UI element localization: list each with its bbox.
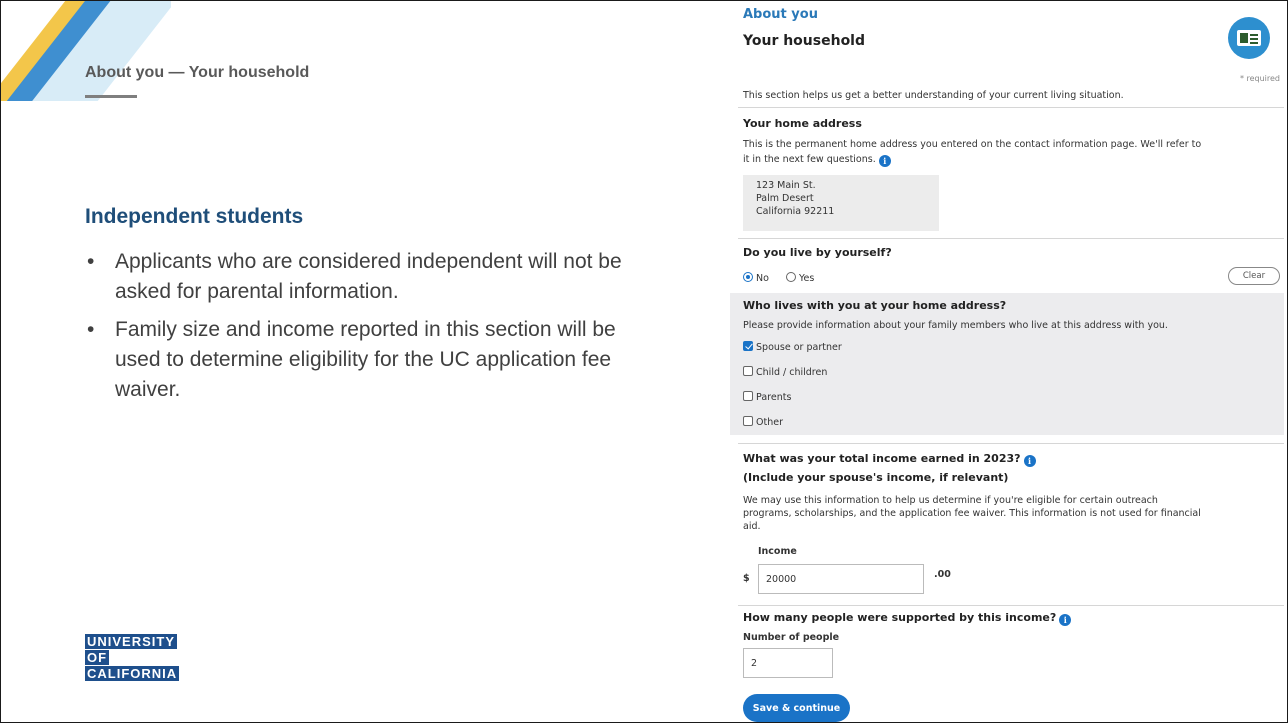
bullet-list: • Applicants who are considered independe… — [85, 247, 645, 413]
bullet-item: • Applicants who are considered independe… — [87, 250, 622, 303]
form-section-label: About you — [743, 7, 818, 22]
currency-symbol: $ — [743, 573, 750, 584]
lives-with-panel: Who lives with you at your home address?… — [730, 293, 1284, 435]
checkbox-parents[interactable]: Parents — [743, 391, 791, 403]
application-form: About you Your household * required This… — [730, 1, 1284, 722]
radio-no[interactable]: No — [743, 272, 769, 284]
info-icon[interactable]: i — [1059, 614, 1072, 626]
clear-button[interactable]: Clear — [1228, 267, 1280, 285]
bullet-item: • Family size and income reported in this… — [87, 318, 616, 401]
info-icon[interactable]: i — [878, 155, 891, 167]
corner-decoration — [1, 1, 171, 101]
id-card-icon — [1228, 17, 1270, 59]
section-heading: Independent students — [85, 205, 304, 228]
slide: About you — Your household Independent s… — [0, 0, 1288, 723]
people-input[interactable] — [743, 648, 833, 678]
income-input[interactable] — [758, 564, 924, 594]
title-underline — [85, 95, 137, 98]
required-note: * required — [1239, 74, 1280, 83]
income-label: Income — [758, 546, 797, 557]
checkbox-other[interactable]: Other — [743, 416, 783, 428]
uc-logo: UNIVERSITY OF CALIFORNIA — [85, 634, 180, 681]
intro-text: This section helps us get a better under… — [743, 90, 1124, 101]
live-alone-question: Do you live by yourself? — [743, 246, 892, 259]
people-label: Number of people — [743, 632, 840, 643]
income-question: What was your total income earned in 202… — [743, 452, 1036, 467]
home-address-desc: This is the permanent home address you e… — [743, 139, 1202, 167]
income-cents: .00 — [934, 569, 951, 580]
home-address-title: Your home address — [743, 117, 862, 130]
slide-title: About you — Your household — [85, 64, 310, 81]
live-alone-options: No Yes — [743, 272, 814, 284]
address-box: 123 Main St. Palm Desert California 9221… — [743, 175, 939, 231]
save-continue-button[interactable]: Save & continue — [743, 694, 850, 722]
form-section-title: Your household — [743, 33, 866, 49]
lives-with-question: Who lives with you at your home address? — [743, 299, 1007, 312]
people-question: How many people were supported by this i… — [743, 611, 1072, 626]
income-desc: We may use this information to help us d… — [743, 495, 1201, 532]
radio-yes[interactable]: Yes — [785, 272, 814, 284]
info-icon[interactable]: i — [1023, 455, 1036, 467]
checkbox-children[interactable]: Child / children — [743, 366, 827, 378]
lives-with-desc: Please provide information about your fa… — [743, 320, 1168, 331]
income-question-note: (Include your spouse's income, if releva… — [743, 471, 1009, 484]
checkbox-spouse[interactable]: Spouse or partner — [743, 341, 842, 353]
